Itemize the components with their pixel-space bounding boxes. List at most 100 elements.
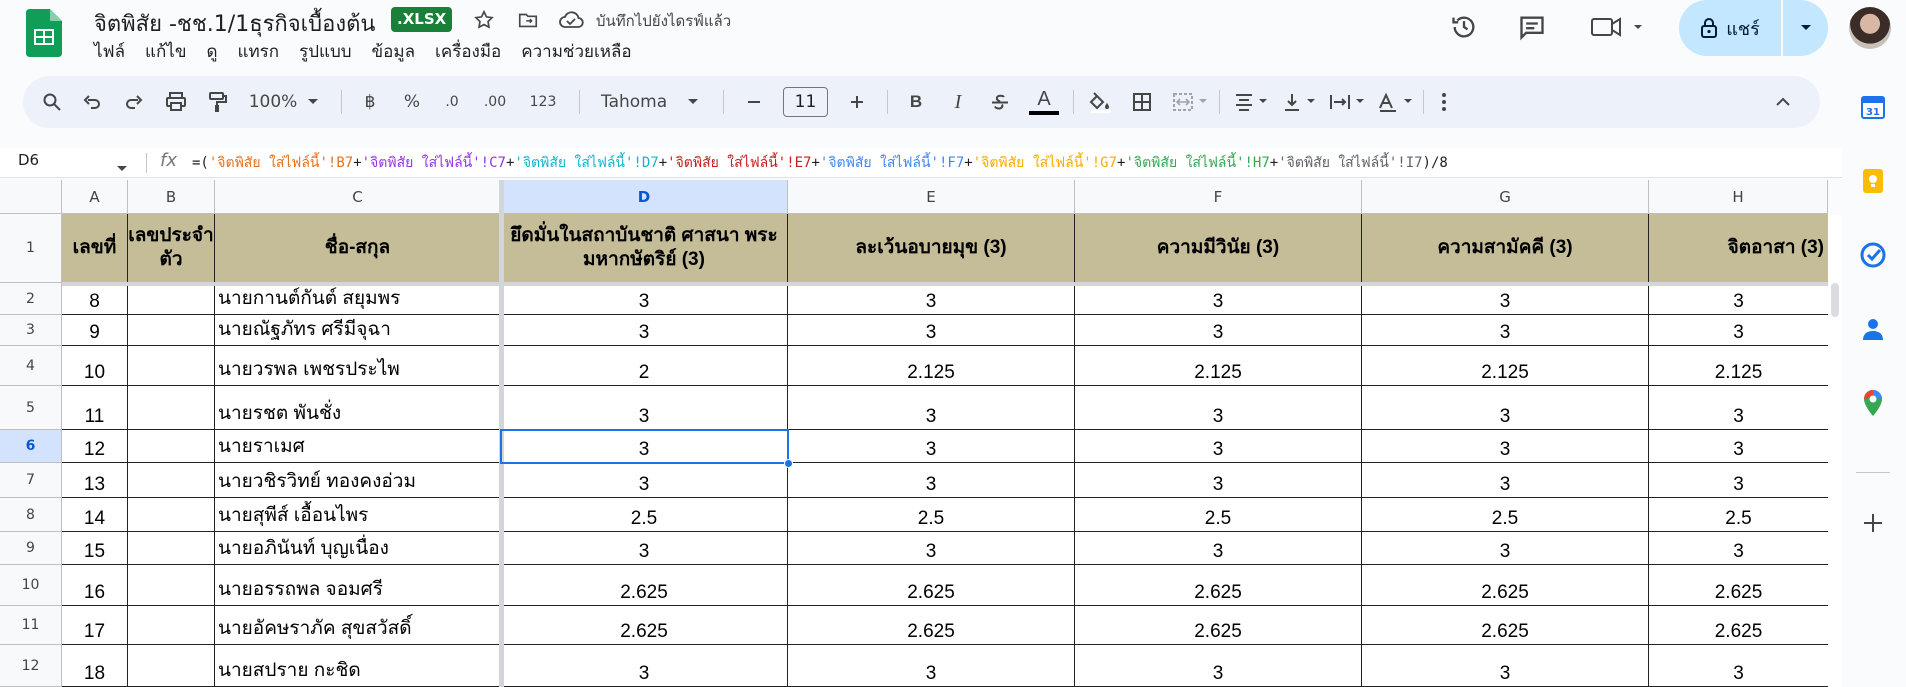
cell-h[interactable]: 3 — [1649, 283, 1828, 315]
text-rotation-icon[interactable] — [1373, 76, 1417, 128]
calendar-icon[interactable]: 31 — [1858, 92, 1888, 122]
column-header-d[interactable]: D — [501, 180, 788, 214]
cell-c[interactable]: นายอรรถพล จอมศรี — [215, 565, 501, 606]
cell-a[interactable]: 10 — [62, 346, 128, 386]
cell-h[interactable]: 3 — [1649, 315, 1828, 346]
percent-format-button[interactable]: % — [395, 76, 429, 128]
cell-g[interactable]: 3 — [1362, 283, 1649, 315]
cell-d[interactable]: 2.625 — [501, 565, 788, 606]
cell-a[interactable]: 14 — [62, 498, 128, 532]
menu-edit[interactable]: แก้ไข — [135, 40, 196, 64]
meet-video-icon[interactable] — [1588, 10, 1648, 44]
contacts-icon[interactable] — [1858, 314, 1888, 344]
number-format-button[interactable]: 123 — [523, 76, 563, 128]
cell-e[interactable]: 3 — [788, 430, 1075, 463]
cell-c[interactable]: นายกานต์กันต์ สยุมพร — [215, 283, 501, 315]
print-icon[interactable] — [159, 76, 193, 128]
cell-d[interactable]: 3 — [501, 645, 788, 687]
cell-e[interactable]: 3 — [788, 463, 1075, 498]
cell-d[interactable]: 3 — [501, 315, 788, 346]
cell-a[interactable]: 18 — [62, 645, 128, 687]
cell-h[interactable]: 3 — [1649, 463, 1828, 498]
font-size-decrease-icon[interactable] — [737, 76, 771, 128]
row-header[interactable]: 9 — [0, 532, 62, 565]
cell-d[interactable]: 3 — [501, 283, 788, 315]
fill-handle[interactable] — [784, 459, 793, 468]
row-header[interactable]: 12 — [0, 645, 62, 687]
strikethrough-icon[interactable] — [983, 76, 1017, 128]
row-header[interactable]: 6 — [0, 430, 62, 463]
currency-format-button[interactable]: ฿ — [353, 76, 387, 128]
cell-h[interactable]: 3 — [1649, 386, 1828, 430]
row-header[interactable]: 10 — [0, 565, 62, 606]
scrollbar-thumb[interactable] — [1831, 283, 1839, 317]
cell-g[interactable]: 2.625 — [1362, 606, 1649, 645]
cell-e[interactable]: 2.625 — [788, 565, 1075, 606]
cell-b[interactable] — [128, 606, 215, 645]
cell-f[interactable]: 3 — [1075, 315, 1362, 346]
row-header[interactable]: 3 — [0, 315, 62, 346]
share-button[interactable]: แชร์ — [1679, 0, 1828, 56]
star-icon[interactable] — [470, 6, 498, 34]
add-addon-icon[interactable] — [1858, 508, 1888, 538]
cell-d[interactable]: 2.5 — [501, 498, 788, 532]
version-history-icon[interactable] — [1447, 10, 1481, 44]
row-header[interactable]: 1 — [0, 214, 62, 283]
cell-h[interactable]: 2.5 — [1649, 498, 1828, 532]
cell-h[interactable]: 2.625 — [1649, 606, 1828, 645]
share-main[interactable]: แชร์ — [1679, 0, 1781, 56]
chevron-down-icon[interactable] — [116, 158, 128, 177]
menu-help[interactable]: ความช่วยเหลือ — [511, 40, 641, 64]
header-cell-a[interactable]: เลขที่ — [62, 214, 128, 283]
avatar[interactable] — [1849, 7, 1891, 49]
cell-e[interactable]: 2.625 — [788, 606, 1075, 645]
text-wrapping-icon[interactable] — [1325, 76, 1369, 128]
comments-icon[interactable] — [1515, 10, 1549, 44]
menu-format[interactable]: รูปแบบ — [289, 40, 361, 64]
spreadsheet-grid[interactable]: A B C D E F G H 1 เลขที่ เลขประจำตัว ชื่อ-สกุล ยึดมั… — [0, 180, 1828, 687]
cell-d[interactable]: 2 — [501, 346, 788, 386]
column-header-g[interactable]: G — [1362, 180, 1649, 214]
vertical-align-icon[interactable] — [1277, 76, 1321, 128]
cell-b[interactable] — [128, 315, 215, 346]
tasks-icon[interactable] — [1858, 240, 1888, 270]
menu-view[interactable]: ดู — [196, 40, 227, 64]
cell-g[interactable]: 2.5 — [1362, 498, 1649, 532]
cell-g[interactable]: 3 — [1362, 532, 1649, 565]
select-all-corner[interactable] — [0, 180, 62, 214]
cell-a[interactable]: 17 — [62, 606, 128, 645]
cell-g[interactable]: 2.625 — [1362, 565, 1649, 606]
cell-f[interactable]: 2.625 — [1075, 606, 1362, 645]
cell-h[interactable]: 3 — [1649, 430, 1828, 463]
fill-color-icon[interactable] — [1081, 76, 1121, 128]
row-header[interactable]: 8 — [0, 498, 62, 532]
zoom-select[interactable]: 100% — [243, 76, 325, 128]
header-cell-d[interactable]: ยึดมั่นในสถาบันชาติ ศาสนา พระมหากษัตริย์… — [501, 214, 788, 283]
cell-b[interactable] — [128, 532, 215, 565]
text-color-button[interactable]: A — [1023, 76, 1065, 128]
cell-f[interactable]: 3 — [1075, 463, 1362, 498]
row-header[interactable]: 4 — [0, 346, 62, 386]
cell-a[interactable]: 11 — [62, 386, 128, 430]
cell-c[interactable]: นายวรพล เพชรประไพ — [215, 346, 501, 386]
more-options-icon[interactable] — [1429, 76, 1459, 128]
cell-c[interactable]: นายราเมศ — [215, 430, 501, 463]
cell-g[interactable]: 3 — [1362, 645, 1649, 687]
document-title[interactable]: จิตพิสัย -ชช.1/1ธุรกิจเบื้องต้น — [94, 6, 375, 41]
cell-c[interactable]: นายวชิรวิทย์ ทองคงอ่วม — [215, 463, 501, 498]
cell-f[interactable]: 3 — [1075, 386, 1362, 430]
cell-c[interactable]: นายสปราย กะชิด — [215, 645, 501, 687]
cell-c[interactable]: นายรชต พันชั่ง — [215, 386, 501, 430]
header-cell-e[interactable]: ละเว้นอบายมุข (3) — [788, 214, 1075, 283]
keep-icon[interactable] — [1858, 166, 1888, 196]
cell-c[interactable]: นายอภินันท์ บุญเนื่อง — [215, 532, 501, 565]
cell-g[interactable]: 3 — [1362, 463, 1649, 498]
row-header[interactable]: 11 — [0, 606, 62, 645]
cell-g[interactable]: 2.125 — [1362, 346, 1649, 386]
cell-d[interactable]: 3 — [501, 532, 788, 565]
move-folder-icon[interactable] — [514, 6, 542, 34]
decrease-decimal-button[interactable]: .0 — [435, 76, 469, 128]
header-cell-c[interactable]: ชื่อ-สกุล — [215, 214, 501, 283]
menu-insert[interactable]: แทรก — [227, 40, 289, 64]
font-family-select[interactable]: Tahoma — [591, 76, 711, 128]
